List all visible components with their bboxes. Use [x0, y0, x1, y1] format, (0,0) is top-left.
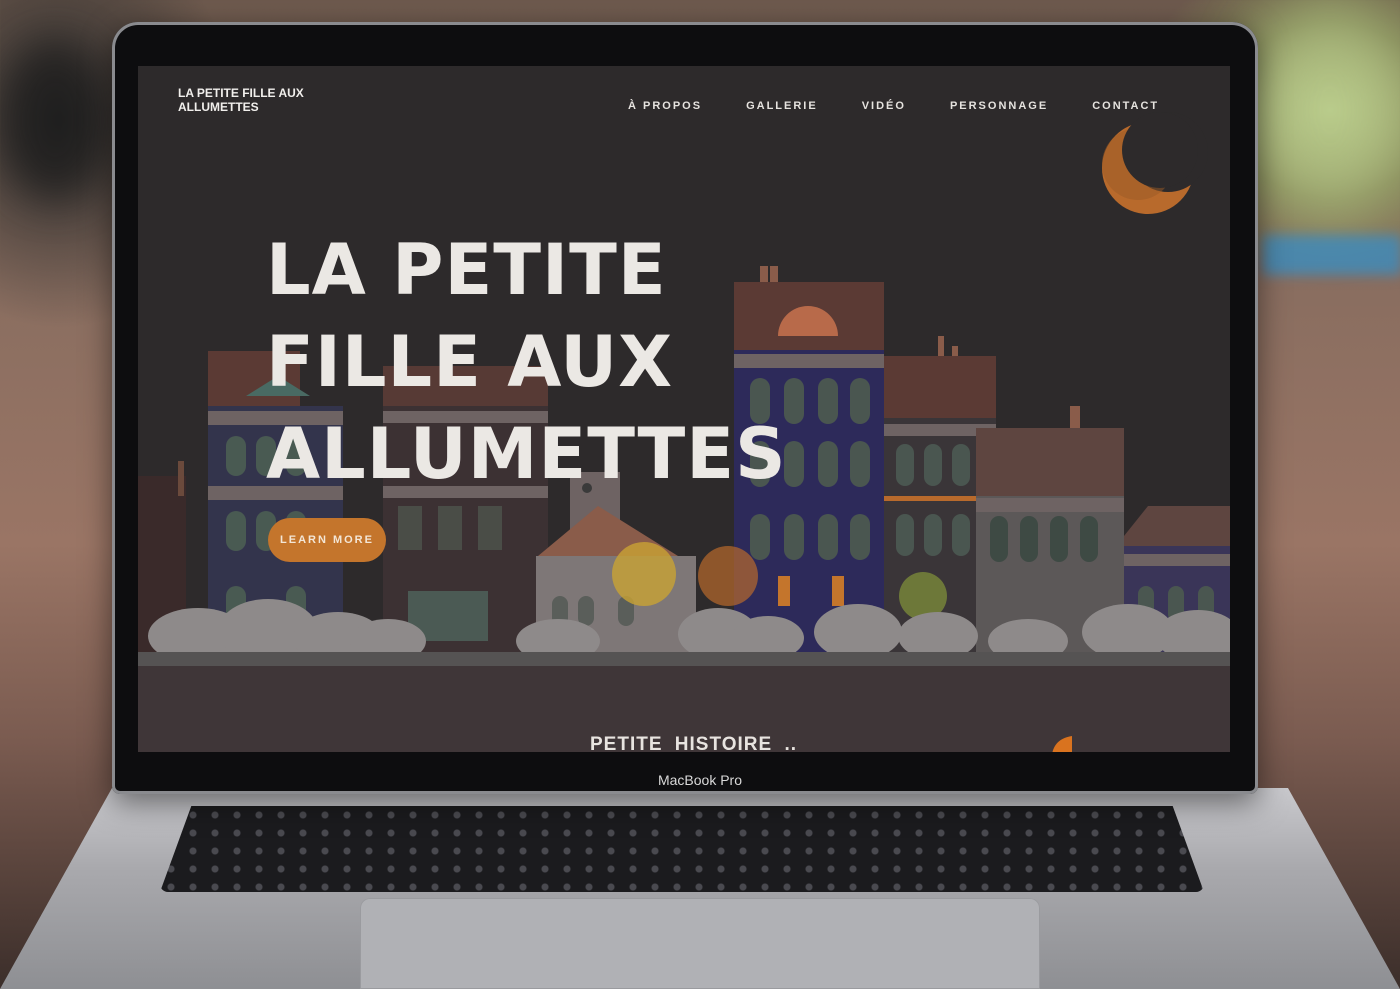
nav-item-gallerie[interactable]: GALLERIE — [746, 100, 818, 112]
section-heading: PETITE HISTOIRE .. — [590, 734, 798, 752]
hero-title-line: ALLUMETTES — [266, 413, 787, 495]
background-plant-blur — [1250, 0, 1400, 220]
device-brand-label: MacBook Pro — [657, 772, 743, 788]
hero-title-line: FILLE AUX — [266, 321, 674, 403]
background-blue-blur — [1262, 235, 1400, 275]
nav-item-contact[interactable]: CONTACT — [1092, 100, 1159, 112]
hero-title-line: LA PETITE — [266, 229, 667, 311]
orange-leaf-icon — [1052, 736, 1072, 752]
site-logo-title[interactable]: LA PETITE FILLE AUX ALLUMETTES — [178, 86, 338, 114]
main-nav: À PROPOS GALLERIE VIDÉO PERSONNAGE CONTA… — [628, 100, 1203, 112]
nav-item-video[interactable]: VIDÉO — [862, 100, 906, 112]
street-line — [138, 652, 1230, 666]
trackpad — [360, 898, 1040, 989]
hero-title: LA PETITE FILLE AUX ALLUMETTES — [266, 224, 826, 500]
background-dark-blur — [0, 40, 110, 200]
keyboard — [160, 806, 1204, 892]
nav-item-a-propos[interactable]: À PROPOS — [628, 100, 702, 112]
website-screen: LA PETITE FILLE AUX ALLUMETTES À PROPOS … — [138, 66, 1230, 752]
nav-item-personnage[interactable]: PERSONNAGE — [950, 100, 1048, 112]
learn-more-button[interactable]: LEARN MORE — [268, 518, 386, 562]
crescent-moon-icon — [1102, 112, 1208, 214]
